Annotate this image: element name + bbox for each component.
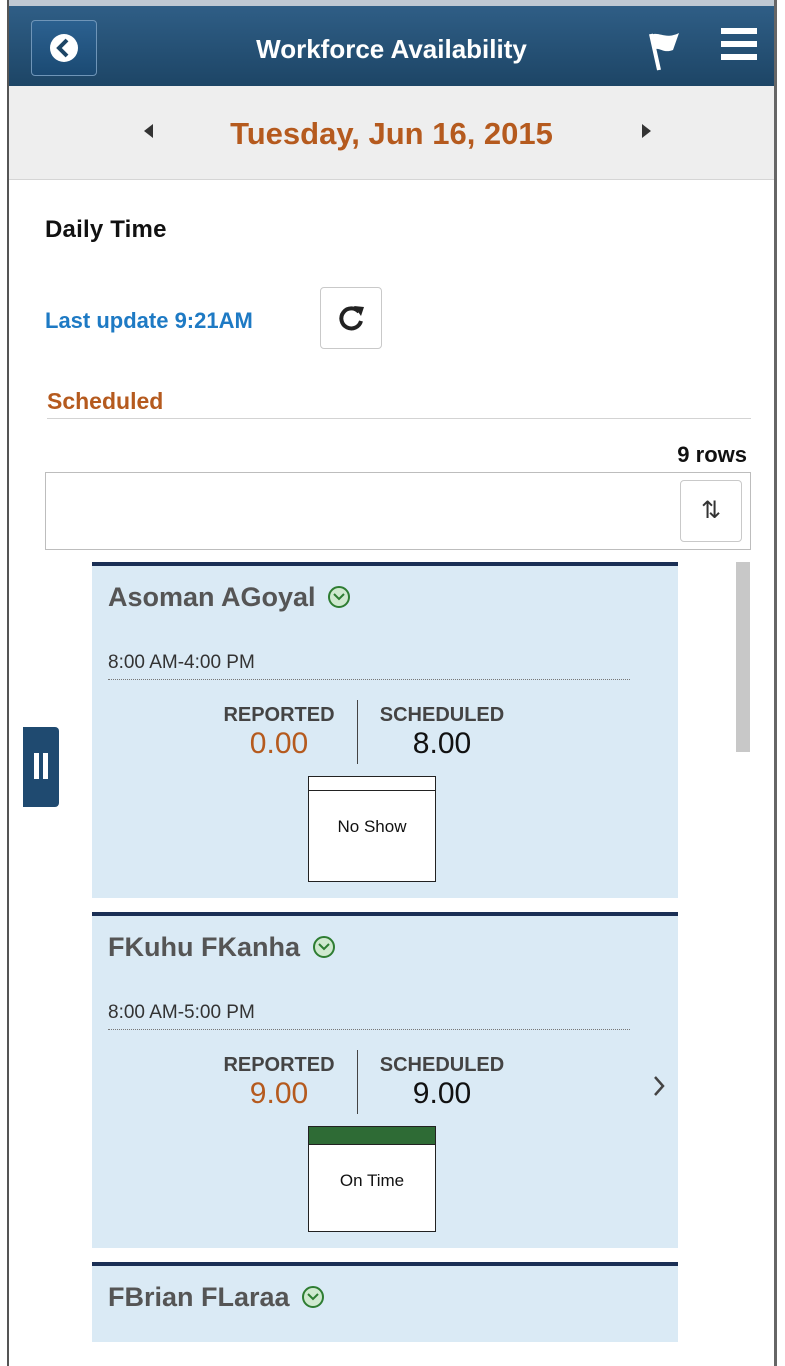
refresh-button[interactable] [320, 287, 382, 349]
status-text: On Time [339, 1171, 405, 1190]
reported-label: REPORTED [223, 1054, 335, 1076]
chevron-down-icon[interactable] [302, 1285, 325, 1308]
chevron-down-icon[interactable] [312, 935, 335, 958]
chevron-down-icon[interactable] [328, 585, 351, 608]
sort-icon: ⇅ [700, 497, 722, 524]
row-count: 9 rows [677, 442, 747, 467]
next-day-icon[interactable] [642, 124, 651, 138]
scrollbar[interactable] [736, 562, 750, 752]
employee-name: FKuhu FKanha [108, 932, 300, 962]
hamburger-menu-icon[interactable] [721, 28, 757, 67]
status-color-bar [309, 1127, 435, 1145]
app-frame: Workforce Availability Tuesday, Jun 16, … [7, 0, 777, 1366]
reported-stat: REPORTED 9.00 [199, 1054, 359, 1111]
employee-card[interactable]: FKuhu FKanha 8:00 AM-5:00 PM REPORTED 9.… [92, 912, 678, 1248]
dotted-divider [108, 679, 630, 680]
last-update-link[interactable]: Last update 9:21AM [45, 308, 253, 334]
employee-card[interactable]: FBrian FLaraa [92, 1262, 678, 1342]
sort-button[interactable]: ⇅ [680, 480, 742, 542]
employee-card[interactable]: Asoman AGoyal 8:00 AM-4:00 PM REPORTED 0… [92, 562, 678, 898]
shift-time: 8:00 AM-5:00 PM [108, 1002, 255, 1023]
chevron-right-icon[interactable] [652, 1074, 666, 1098]
reported-stat: REPORTED 0.00 [199, 704, 359, 761]
reported-value: 0.00 [249, 727, 309, 760]
reported-label: REPORTED [223, 704, 335, 726]
section-title: Daily Time [45, 216, 167, 243]
status-color-bar [309, 777, 435, 791]
scheduled-stat: SCHEDULED 8.00 [362, 704, 522, 761]
employee-name: FBrian FLaraa [108, 1282, 290, 1312]
status-box: No Show [308, 776, 436, 882]
stat-divider [357, 1050, 358, 1114]
group-label: Scheduled [47, 388, 164, 414]
reported-value: 9.00 [249, 1077, 309, 1110]
date-navigation-bar: Tuesday, Jun 16, 2015 [9, 86, 774, 180]
scheduled-value: 9.00 [412, 1077, 472, 1110]
stat-divider [357, 700, 358, 764]
status-text: No Show [337, 817, 407, 836]
refresh-icon [339, 306, 364, 331]
scheduled-value: 8.00 [412, 727, 472, 760]
scheduled-label: SCHEDULED [379, 704, 505, 726]
employee-name-row: FBrian FLaraa [108, 1282, 325, 1313]
current-date: Tuesday, Jun 16, 2015 [230, 116, 553, 151]
dotted-divider [108, 1029, 630, 1030]
shift-time: 8:00 AM-4:00 PM [108, 652, 255, 673]
app-header: Workforce Availability [9, 0, 774, 86]
group-divider [47, 418, 751, 419]
employee-name-row: FKuhu FKanha [108, 932, 335, 963]
side-panel-toggle[interactable] [23, 727, 59, 807]
scheduled-stat: SCHEDULED 9.00 [362, 1054, 522, 1111]
status-box: On Time [308, 1126, 436, 1232]
flag-icon[interactable] [641, 28, 685, 72]
grid-toolbar: ⇅ [45, 472, 751, 550]
employee-name-row: Asoman AGoyal [108, 582, 351, 613]
employee-name: Asoman AGoyal [108, 582, 316, 612]
scheduled-label: SCHEDULED [379, 1054, 505, 1076]
